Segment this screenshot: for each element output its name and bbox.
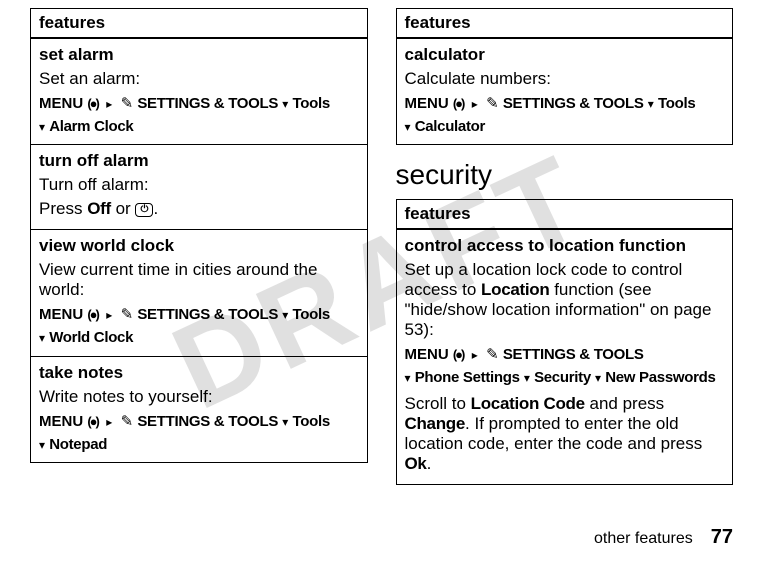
press-label: Press [39, 199, 82, 218]
change-label: Change [405, 414, 466, 433]
row-desc: View current time in cities around the w… [39, 260, 359, 300]
security-label: Security [534, 369, 591, 386]
down-arrow-icon [405, 367, 411, 390]
footer-section: other features [594, 530, 693, 548]
right-arrow-icon [106, 411, 112, 434]
table-row: control access to location function Set … [397, 230, 733, 483]
menu-label: MENU [39, 413, 83, 430]
settings-tools-label: SETTINGS & TOOLS [503, 347, 644, 364]
row-title: set alarm [39, 45, 359, 65]
tools-icon [121, 411, 134, 434]
tools-label: Tools [658, 95, 695, 112]
menu-path: MENU SETTINGS & TOOLS Tools Notepad [39, 411, 359, 456]
table-header: features [397, 200, 733, 230]
phone-settings-label: Phone Settings [415, 369, 520, 386]
center-key-icon [87, 304, 98, 327]
down-arrow-icon [282, 411, 288, 434]
row-desc: Turn off alarm: [39, 175, 359, 195]
page-content: features set alarm Set an alarm: MENU SE… [30, 8, 733, 499]
left-column: features set alarm Set an alarm: MENU SE… [30, 8, 368, 499]
down-arrow-icon [595, 367, 601, 390]
desc-part: and press [585, 394, 664, 413]
center-key-icon [453, 344, 464, 367]
settings-tools-label: SETTINGS & TOOLS [137, 307, 278, 324]
off-label: Off [87, 199, 111, 218]
settings-tools-label: SETTINGS & TOOLS [503, 95, 644, 112]
menu-path: MENU SETTINGS & TOOLS Tools Alarm Clock [39, 93, 359, 138]
menu-label: MENU [39, 95, 83, 112]
down-arrow-icon [282, 304, 288, 327]
press-line: Press Off or . [39, 199, 359, 219]
row-title: view world clock [39, 236, 359, 256]
down-arrow-icon [39, 434, 45, 457]
row-title: calculator [405, 45, 725, 65]
row-desc: Set up a location lock code to control a… [405, 260, 725, 340]
center-key-icon [453, 93, 464, 116]
tools-label: Tools [292, 413, 329, 430]
right-arrow-icon [472, 93, 478, 116]
features-table-calc: features calculator Calculate numbers: M… [396, 8, 734, 145]
menu-path: MENU SETTINGS & TOOLS Tools Calculator [405, 93, 725, 138]
center-key-icon [87, 93, 98, 116]
table-row: calculator Calculate numbers: MENU SETTI… [397, 39, 733, 144]
tools-label: Tools [292, 95, 329, 112]
down-arrow-icon [405, 116, 411, 139]
new-passwords-label: New Passwords [605, 369, 715, 386]
menu-label: MENU [39, 307, 83, 324]
menu-label: MENU [405, 347, 449, 364]
menu-path: MENU SETTINGS & TOOLS Tools World Clock [39, 304, 359, 349]
table-row: turn off alarm Turn off alarm: Press Off… [31, 145, 367, 230]
ok-label: Ok [405, 454, 427, 473]
power-key-icon [135, 203, 153, 217]
menu-path: MENU SETTINGS & TOOLS Phone Settings Sec… [405, 344, 725, 389]
page-number: 77 [711, 526, 733, 549]
down-arrow-icon [39, 327, 45, 350]
tools-label: Tools [292, 307, 329, 324]
tools-icon [121, 304, 134, 327]
location-code-label: Location Code [471, 394, 585, 413]
row-title: take notes [39, 363, 359, 383]
tools-icon [486, 344, 499, 367]
menu-last: Alarm Clock [49, 118, 133, 135]
down-arrow-icon [282, 93, 288, 116]
location-label: Location [481, 280, 549, 299]
settings-tools-label: SETTINGS & TOOLS [137, 413, 278, 430]
period: . [153, 199, 158, 218]
down-arrow-icon [39, 116, 45, 139]
page-footer: other features 77 [594, 526, 733, 549]
features-table-security: features control access to location func… [396, 199, 734, 484]
table-header: features [397, 9, 733, 39]
down-arrow-icon [648, 93, 654, 116]
settings-tools-label: SETTINGS & TOOLS [137, 95, 278, 112]
table-row: take notes Write notes to yourself: MENU… [31, 357, 367, 462]
features-table-left: features set alarm Set an alarm: MENU SE… [30, 8, 368, 463]
menu-last: World Clock [49, 329, 133, 346]
menu-last: Calculator [415, 118, 485, 135]
table-header: features [31, 9, 367, 39]
desc-part: . [427, 454, 432, 473]
row-desc: Calculate numbers: [405, 69, 725, 89]
row-title: turn off alarm [39, 151, 359, 171]
tools-icon [121, 93, 134, 116]
right-arrow-icon [106, 93, 112, 116]
row-desc: Write notes to yourself: [39, 387, 359, 407]
or-label: or [116, 199, 131, 218]
row-desc: Set an alarm: [39, 69, 359, 89]
row-title: control access to location function [405, 236, 725, 256]
security-heading: security [396, 159, 734, 191]
tools-icon [486, 93, 499, 116]
row-desc-2: Scroll to Location Code and press Change… [405, 394, 725, 474]
center-key-icon [87, 411, 98, 434]
menu-last: Notepad [49, 436, 107, 453]
right-column: features calculator Calculate numbers: M… [396, 8, 734, 499]
menu-label: MENU [405, 95, 449, 112]
down-arrow-icon [524, 367, 530, 390]
table-row: view world clock View current time in ci… [31, 230, 367, 356]
table-row: set alarm Set an alarm: MENU SETTINGS & … [31, 39, 367, 145]
desc-part: Scroll to [405, 394, 471, 413]
right-arrow-icon [106, 304, 112, 327]
right-arrow-icon [472, 344, 478, 367]
